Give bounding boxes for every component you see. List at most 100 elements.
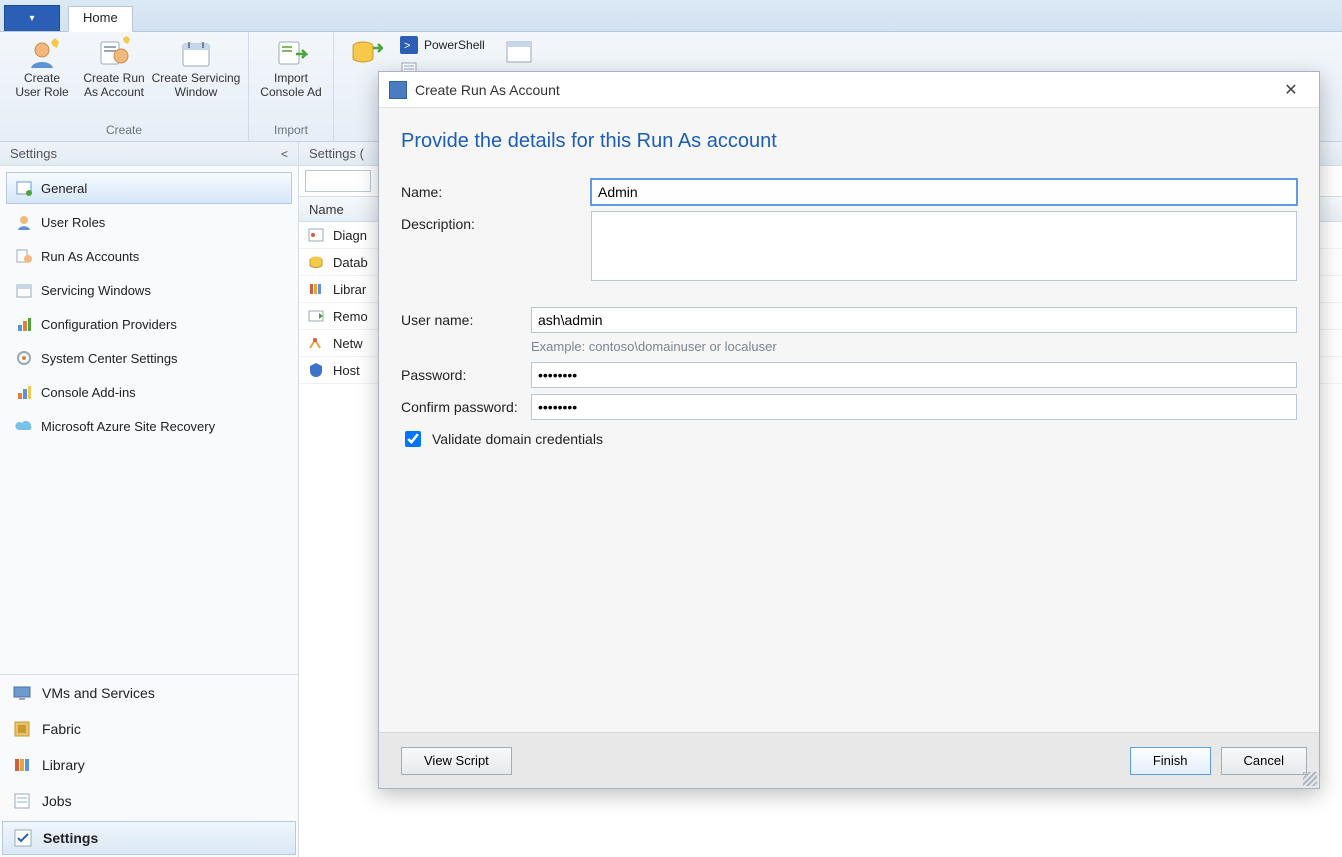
row-icon — [307, 334, 325, 352]
sidebar-item-azure-site-recovery[interactable]: Microsoft Azure Site Recovery — [6, 410, 292, 442]
wunder-fabric[interactable]: Fabric — [0, 711, 298, 747]
row-label: Diagn — [333, 228, 367, 243]
powershell-icon: > — [400, 36, 418, 54]
wunder-library[interactable]: Library — [0, 747, 298, 783]
sidebar-label-general: General — [41, 181, 87, 196]
finish-button[interactable]: Finish — [1130, 747, 1211, 775]
general-icon — [15, 179, 33, 197]
wunder-vms-services[interactable]: VMs and Services — [0, 675, 298, 711]
sidebar-item-system-center-settings[interactable]: System Center Settings — [6, 342, 292, 374]
user-role-icon — [25, 36, 59, 70]
row-label: Remo — [333, 309, 368, 324]
label-username: User name: — [401, 307, 531, 328]
row-label: Datab — [333, 255, 368, 270]
row-label: Netw — [333, 336, 363, 351]
username-field[interactable] — [531, 307, 1297, 333]
left-pane-header: Settings < — [0, 142, 298, 166]
wunderbar: VMs and Services Fabric Library Jobs Set… — [0, 674, 298, 857]
settings-check-icon — [13, 828, 33, 848]
left-pane-title: Settings — [10, 146, 57, 161]
collapse-left-pane-icon[interactable]: < — [281, 147, 288, 161]
row-icon — [307, 280, 325, 298]
vms-icon — [12, 683, 32, 703]
window-icon — [502, 36, 536, 70]
dialog-titlebar: Create Run As Account ✕ — [379, 72, 1319, 108]
wunder-fabric-label: Fabric — [42, 721, 81, 737]
ribbon-group-create: Create — [106, 123, 142, 141]
config-providers-icon — [15, 315, 33, 333]
left-pane: Settings < General User Roles Run As Acc… — [0, 142, 299, 857]
wunder-vms-label: VMs and Services — [42, 685, 155, 701]
system-center-icon — [15, 349, 33, 367]
row-label: Host — [333, 363, 360, 378]
create-servicing-label: Create Servicing Window — [152, 72, 241, 100]
library-icon — [12, 755, 32, 775]
run-as-account-icon — [97, 36, 131, 70]
close-icon[interactable]: ✕ — [1273, 76, 1309, 104]
azure-cloud-icon — [15, 417, 33, 435]
view-script-button[interactable]: View Script — [401, 747, 512, 775]
sidebar-item-configuration-providers[interactable]: Configuration Providers — [6, 308, 292, 340]
create-run-as-account-button[interactable]: Create Run As Account — [78, 32, 150, 123]
create-user-role-label: Create User Role — [15, 72, 68, 100]
file-menu-button[interactable] — [4, 5, 60, 31]
tab-home[interactable]: Home — [68, 6, 133, 32]
sidebar-label-servicing: Servicing Windows — [41, 283, 151, 298]
create-servicing-window-button[interactable]: Create Servicing Window — [150, 32, 242, 123]
settings-tree: General User Roles Run As Accounts Servi… — [0, 166, 298, 674]
sidebar-item-run-as-accounts[interactable]: Run As Accounts — [6, 240, 292, 272]
user-roles-icon — [15, 213, 33, 231]
servicing-window-icon — [179, 36, 213, 70]
row-icon — [307, 307, 325, 325]
dialog-title: Create Run As Account — [415, 82, 1273, 98]
sidebar-label-addins: Console Add-ins — [41, 385, 136, 400]
create-user-role-button[interactable]: Create User Role — [6, 32, 78, 123]
sidebar-item-console-addins[interactable]: Console Add-ins — [6, 376, 292, 408]
wunder-settings-label: Settings — [43, 830, 98, 846]
dialog-heading: Provide the details for this Run As acco… — [401, 130, 1297, 153]
sidebar-label-config: Configuration Providers — [41, 317, 177, 332]
description-field[interactable] — [591, 211, 1297, 281]
sidebar-label-syscenter: System Center Settings — [41, 351, 178, 366]
row-icon — [307, 253, 325, 271]
dialog-app-icon — [389, 81, 407, 99]
powershell-button[interactable]: > PowerShell — [400, 36, 485, 54]
create-run-as-account-dialog: Create Run As Account ✕ Provide the deta… — [378, 71, 1320, 789]
confirm-password-field[interactable] — [531, 394, 1297, 420]
sidebar-label-user-roles: User Roles — [41, 215, 105, 230]
center-title: Settings ( — [309, 146, 364, 161]
row-label: Librar — [333, 282, 366, 297]
jobs-list-icon — [12, 791, 32, 811]
center-search-input[interactable] — [305, 170, 371, 192]
sidebar-item-user-roles[interactable]: User Roles — [6, 206, 292, 238]
create-run-as-label: Create Run As Account — [83, 72, 144, 100]
wunder-settings[interactable]: Settings — [2, 821, 296, 855]
password-field[interactable] — [531, 362, 1297, 388]
validate-credentials-checkbox[interactable] — [405, 431, 421, 447]
import-addin-label: Import Console Ad — [260, 72, 321, 100]
database-arrow-icon — [349, 36, 383, 70]
run-as-accounts-icon — [15, 247, 33, 265]
powershell-label: PowerShell — [424, 38, 485, 52]
dialog-body: Provide the details for this Run As acco… — [379, 108, 1319, 732]
label-password: Password: — [401, 362, 531, 383]
label-confirm-password: Confirm password: — [401, 394, 531, 415]
sidebar-label-azure: Microsoft Azure Site Recovery — [41, 419, 215, 434]
wunder-jobs-label: Jobs — [42, 793, 72, 809]
servicing-windows-icon — [15, 281, 33, 299]
cancel-button[interactable]: Cancel — [1221, 747, 1307, 775]
resize-grip-icon[interactable] — [1303, 772, 1317, 786]
sidebar-label-run-as: Run As Accounts — [41, 249, 139, 264]
import-console-addin-button[interactable]: Import Console Ad — [255, 32, 327, 123]
validate-credentials-label: Validate domain credentials — [432, 431, 603, 447]
import-addin-icon — [274, 36, 308, 70]
tab-strip: Home — [0, 0, 1342, 32]
sidebar-item-general[interactable]: General — [6, 172, 292, 204]
name-field[interactable] — [591, 179, 1297, 205]
wunder-jobs[interactable]: Jobs — [0, 783, 298, 819]
sidebar-item-servicing-windows[interactable]: Servicing Windows — [6, 274, 292, 306]
wunder-library-label: Library — [42, 757, 85, 773]
fabric-icon — [12, 719, 32, 739]
ribbon-group-import: Import — [274, 123, 308, 141]
label-name: Name: — [401, 179, 591, 200]
